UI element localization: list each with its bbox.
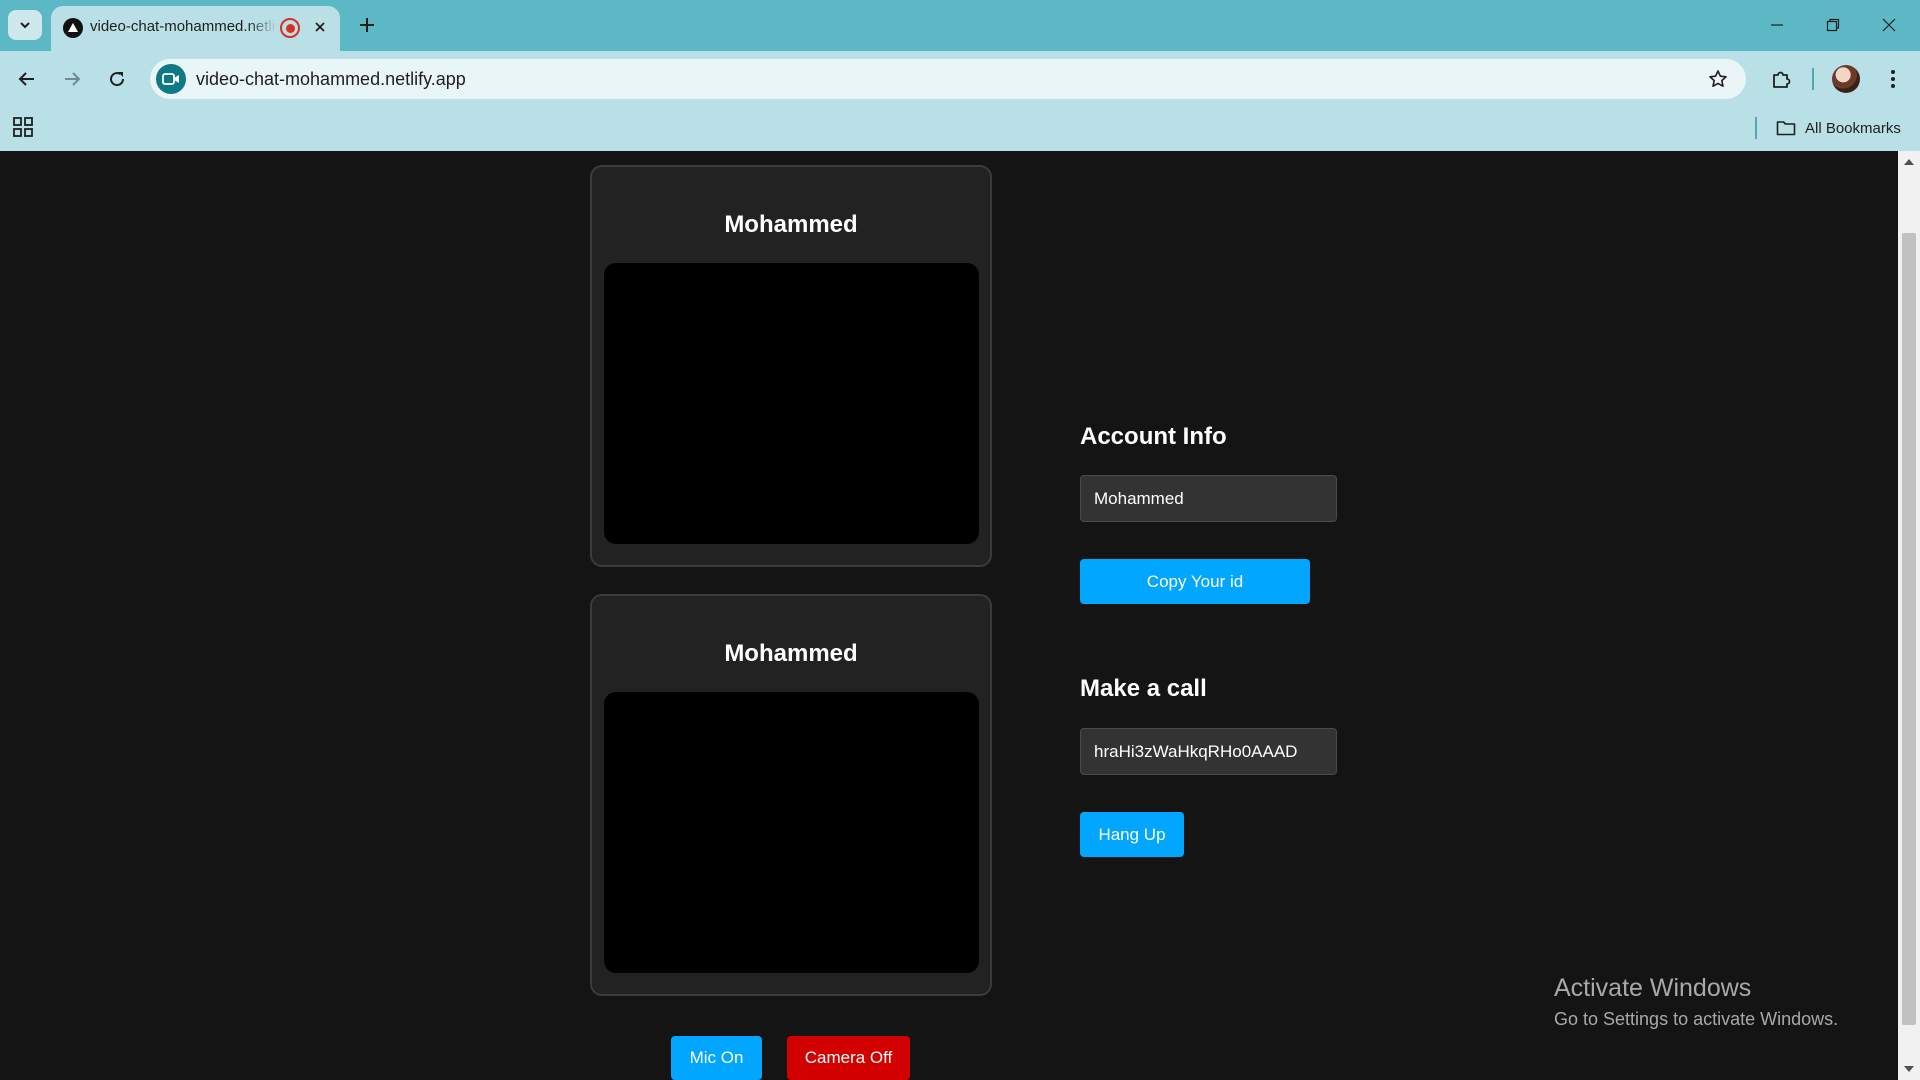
plus-icon [360,18,374,32]
peer-id-input[interactable] [1080,728,1337,775]
bookmark-star-button[interactable] [1706,67,1730,91]
folder-icon [1776,121,1796,136]
remote-video-card: Mohammed [590,594,992,996]
toolbar-separator [1812,68,1814,90]
copy-id-button[interactable]: Copy Your id [1080,559,1310,604]
remote-video-name: Mohammed [724,640,858,667]
page-scrollbar[interactable] [1898,151,1920,1080]
extensions-button[interactable] [1763,61,1799,97]
more-vertical-icon [1891,70,1895,88]
close-window-button[interactable] [1866,8,1912,42]
scroll-thumb[interactable] [1902,233,1916,1025]
close-icon [315,22,325,32]
tab-strip: video-chat-mohammed.netlify.app [0,0,1920,51]
hang-up-button[interactable]: Hang Up [1080,812,1184,857]
make-call-heading: Make a call [1080,675,1207,702]
remote-video [604,692,979,973]
browser-toolbar: video-chat-mohammed.netlify.app [0,51,1920,106]
apps-button[interactable] [12,116,36,140]
scroll-up-arrow-icon[interactable] [1904,159,1914,165]
arrow-right-icon [65,72,81,86]
all-bookmarks-button[interactable]: All Bookmarks [1776,115,1901,141]
camera-toggle-button[interactable]: Camera Off [787,1036,910,1080]
name-input[interactable] [1080,475,1337,522]
scroll-down-arrow-icon[interactable] [1904,1066,1914,1072]
activate-windows-watermark: Activate Windows Go to Settings to activ… [1554,974,1838,1030]
site-info-icon[interactable] [156,64,186,94]
chevron-down-icon [20,22,30,29]
apps-grid-icon [13,117,33,137]
forward-button[interactable] [54,61,90,97]
reload-button[interactable] [99,61,135,97]
tab-close-button[interactable] [308,15,332,39]
page-content: Mohammed Mohammed Account Info Copy Your… [0,151,1898,1080]
account-info-heading: Account Info [1080,423,1227,450]
minimize-button[interactable] [1754,8,1800,42]
mic-toggle-button[interactable]: Mic On [671,1036,762,1080]
browser-tab-active[interactable]: video-chat-mohammed.netlify.app [51,6,340,51]
reload-icon [110,72,125,87]
restore-button[interactable] [1810,8,1856,42]
browser-menu-button[interactable] [1875,61,1911,97]
star-icon [1709,70,1727,87]
minimize-icon [1771,24,1783,26]
local-video [604,263,979,544]
local-video-card: Mohammed [590,165,992,567]
puzzle-icon [1773,71,1791,88]
profile-avatar[interactable] [1832,65,1860,93]
bookmarks-separator [1755,117,1757,139]
back-button[interactable] [9,61,45,97]
address-bar[interactable]: video-chat-mohammed.netlify.app [150,59,1746,99]
recording-indicator-icon [280,18,300,38]
activate-windows-title: Activate Windows [1554,974,1752,1002]
close-icon [1882,18,1896,32]
arrow-left-icon [18,72,34,86]
local-video-name: Mohammed [724,211,858,238]
netlify-favicon-icon [63,18,83,38]
all-bookmarks-label: All Bookmarks [1805,119,1901,137]
activate-windows-subtitle: Go to Settings to activate Windows. [1554,1009,1839,1029]
url-text: video-chat-mohammed.netlify.app [196,69,466,89]
new-tab-button[interactable] [352,10,382,40]
bookmarks-bar: All Bookmarks [0,106,1920,151]
tab-title-fade [247,14,277,42]
restore-icon [1826,18,1840,32]
tab-search-button[interactable] [8,10,42,40]
